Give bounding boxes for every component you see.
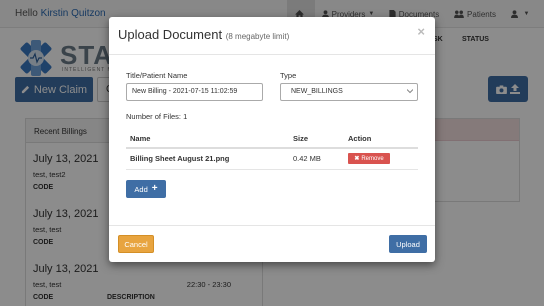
- type-select-value: NEW_BILLINGS: [291, 88, 343, 95]
- col-size-header: Size: [293, 134, 309, 143]
- chevron-down-icon: [407, 89, 413, 94]
- remove-icon: ✖: [354, 156, 360, 162]
- name-label: Title/Patient Name: [126, 71, 188, 80]
- add-file-button[interactable]: Add +: [126, 180, 166, 198]
- add-label: Add: [134, 184, 148, 194]
- file-name: Billing Sheet August 21.png: [130, 154, 230, 163]
- cancel-button[interactable]: Cancel: [118, 235, 154, 253]
- modal-title: Upload Document (8 megabyte limit): [118, 27, 289, 42]
- type-label: Type: [280, 71, 297, 80]
- type-select[interactable]: NEW_BILLINGS: [280, 83, 418, 101]
- col-name-header: Name: [130, 134, 151, 143]
- plus-icon: +: [151, 183, 158, 194]
- col-action-header: Action: [348, 134, 372, 143]
- files-count: Number of Files: 1: [126, 112, 188, 121]
- table-row-divider: [126, 169, 418, 170]
- remove-label: Remove: [361, 155, 384, 162]
- remove-file-button[interactable]: ✖ Remove: [348, 153, 390, 164]
- upload-document-modal: Upload Document (8 megabyte limit) × Tit…: [109, 17, 435, 262]
- table-header-divider: [126, 147, 418, 149]
- modal-title-text: Upload Document: [118, 27, 223, 42]
- file-size: 0.42 MB: [293, 154, 321, 163]
- modal-size-limit: (8 megabyte limit): [225, 32, 290, 41]
- footer-divider: [109, 225, 435, 226]
- close-icon[interactable]: ×: [417, 24, 425, 39]
- header-divider: [109, 54, 435, 55]
- upload-button[interactable]: Upload: [389, 235, 427, 253]
- name-input[interactable]: New Billing - 2021-07-15 11:02:59: [126, 83, 263, 101]
